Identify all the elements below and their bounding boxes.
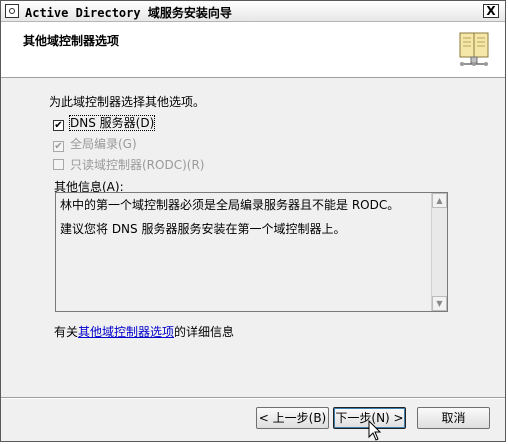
- more-info-suffix: 的详细信息: [174, 325, 235, 339]
- more-info-link[interactable]: 其他域控制器选项: [78, 325, 174, 339]
- mouse-cursor-icon: [368, 420, 382, 441]
- info-line: 建议您将 DNS 服务器服务安装在第一个域控制器上。: [60, 222, 346, 236]
- more-info-prefix: 有关: [54, 325, 79, 339]
- additional-info-box[interactable]: 林中的第一个域控制器必须是全局编录服务器且不能是 RODC。 建议您将 DNS …: [55, 192, 448, 312]
- dns-server-option[interactable]: ✔ DNS 服务器(D): [53, 114, 156, 131]
- book-icon: [459, 32, 489, 66]
- global-catalog-label: 全局编录(G): [70, 137, 137, 151]
- cancel-button[interactable]: 取消: [417, 407, 490, 429]
- scroll-up-icon[interactable]: ▲: [432, 193, 447, 208]
- info-line: 林中的第一个域控制器必须是全局编录服务器且不能是 RODC。: [60, 198, 400, 212]
- ad-icon: [5, 4, 19, 18]
- global-catalog-checkbox: ✔: [53, 141, 64, 152]
- window-title: Active Directory 域服务安装向导: [25, 6, 232, 20]
- back-button[interactable]: < 上一步(B): [256, 407, 329, 429]
- global-catalog-option: ✔ 全局编录(G): [53, 135, 137, 152]
- dns-server-label[interactable]: DNS 服务器(D): [68, 115, 156, 131]
- close-button[interactable]: X: [483, 4, 499, 18]
- scroll-down-icon[interactable]: ▼: [432, 296, 447, 311]
- wizard-header: 其他域控制器选项: [1, 22, 505, 78]
- rodc-option: 只读域控制器(RODC)(R): [53, 156, 205, 172]
- title-bar[interactable]: Active Directory 域服务安装向导 X: [1, 1, 505, 22]
- wizard-window: Active Directory 域服务安装向导 X 其他域控制器选项 为此域控…: [0, 0, 506, 442]
- dns-server-checkbox[interactable]: ✔: [53, 120, 64, 131]
- rodc-label: 只读域控制器(RODC)(R): [70, 158, 205, 172]
- vertical-scrollbar[interactable]: ▲ ▼: [431, 193, 447, 311]
- button-divider: [1, 397, 505, 399]
- intro-text: 为此域控制器选择其他选项。: [49, 95, 206, 109]
- rodc-checkbox: [53, 159, 64, 170]
- page-title: 其他域控制器选项: [23, 34, 120, 48]
- more-info-text: 有关其他域控制器选项的详细信息: [54, 323, 234, 340]
